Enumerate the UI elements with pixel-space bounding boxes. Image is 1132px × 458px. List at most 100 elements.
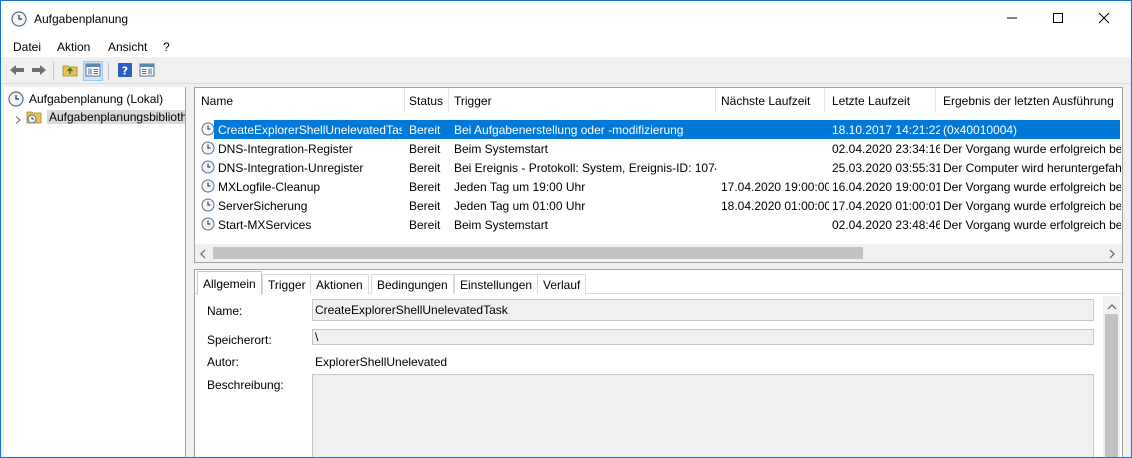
description-field[interactable] [312,374,1094,457]
help-icon: ? [117,62,133,81]
folder-up-icon [62,63,78,80]
cell-last-run: 02.04.2020 23:34:16 [832,142,940,156]
clock-icon [201,198,215,212]
table-row[interactable]: DNS-Integration-Register Bereit Beim Sys… [195,139,1122,158]
cell-status: Bereit [409,123,441,137]
help-button[interactable]: ? [115,61,135,81]
clock-icon [11,11,27,27]
cell-result: Der Vorgang wurde erfolgreich beendet. [943,199,1121,213]
location-label: Speicherort: [207,333,272,347]
back-button[interactable] [7,61,27,81]
cell-name: ServerSicherung [218,199,308,213]
window-title: Aufgabenplanung [34,12,129,26]
tree-item-root[interactable]: Aufgabenplanung (Lokal) [4,90,185,108]
minimize-button[interactable] [989,1,1035,37]
cell-status: Bereit [409,161,441,175]
menu-help[interactable]: ? [163,40,170,54]
chevron-up-icon[interactable] [1107,300,1117,314]
cell-result: Der Vorgang wurde erfolgreich beendet. [943,142,1121,156]
details-tabs: Allgemein Trigger Aktionen Bedingungen E… [195,270,1122,295]
location-field[interactable]: \ [312,329,1094,345]
tree-item-label: Aufgabenplanungsbibliothek [47,110,185,124]
tree-item-library[interactable]: Aufgabenplanungsbibliothek [4,108,185,126]
menu-datei[interactable]: Datei [13,40,41,54]
cell-trigger: Bei Aufgabenerstellung oder -modifizieru… [454,123,684,137]
task-details-pane: Allgemein Trigger Aktionen Bedingungen E… [194,269,1123,457]
menu-ansicht[interactable]: Ansicht [108,40,147,54]
close-button[interactable] [1081,1,1127,37]
toolbar-separator [53,62,54,80]
table-row[interactable]: Start-MXServices Bereit Beim Systemstart… [195,215,1122,234]
cell-last-run: 18.10.2017 14:21:22 [832,123,940,137]
author-value: ExplorerShellUnelevated [315,355,448,369]
clock-icon [201,179,215,193]
cell-next-run: 18.04.2020 01:00:00 [721,199,829,213]
scrollbar-thumb[interactable] [1105,314,1118,457]
name-field[interactable]: CreateExplorerShellUnelevatedTask [312,299,1094,321]
cell-status: Bereit [409,142,441,156]
cell-last-run: 16.04.2020 19:00:01 [832,180,940,194]
chevron-right-icon[interactable] [1108,248,1116,262]
cell-status: Bereit [409,180,441,194]
table-row[interactable]: MXLogfile-Cleanup Bereit Jeden Tag um 19… [195,177,1122,196]
vertical-scrollbar[interactable] [1103,296,1120,457]
action-pane-button[interactable] [137,61,157,81]
close-icon [1098,12,1110,27]
tab-bedingungen[interactable]: Bedingungen [371,274,454,294]
task-list: Name Status Trigger Nächste Laufzeit Let… [194,87,1123,263]
column-header-last-run[interactable]: Letzte Laufzeit [832,88,936,112]
horizontal-scrollbar[interactable] [195,244,1122,262]
cell-trigger: Jeden Tag um 01:00 Uhr [454,199,586,213]
maximize-button[interactable] [1035,1,1081,37]
folder-up-button[interactable] [60,61,80,81]
clock-icon [8,91,24,107]
cell-result: Der Vorgang wurde erfolgreich beendet. [943,218,1121,232]
back-arrow-icon [9,63,25,80]
clock-icon [201,217,215,231]
column-header-name[interactable]: Name [201,88,405,112]
cell-name: DNS-Integration-Register [218,142,353,156]
toolbar-separator [108,62,109,80]
cell-trigger: Beim Systemstart [454,218,549,232]
column-header-next-run[interactable]: Nächste Laufzeit [721,88,825,112]
table-row[interactable]: DNS-Integration-Unregister Bereit Bei Er… [195,158,1122,177]
cell-name: CreateExplorerShellUnelevatedTask [218,123,402,137]
tab-trigger[interactable]: Trigger [262,274,312,294]
column-header-trigger[interactable]: Trigger [454,88,716,112]
tree-item-label: Aufgabenplanung (Lokal) [29,92,164,106]
column-header-status[interactable]: Status [409,88,449,112]
chevron-right-icon[interactable] [14,113,22,124]
svg-text:?: ? [122,64,128,77]
cell-trigger: Bei Ereignis - Protokoll: System, Ereign… [454,161,716,175]
cell-status: Bereit [409,218,441,232]
cell-last-run: 17.04.2020 01:00:01 [832,199,940,213]
forward-arrow-icon [31,63,47,80]
name-label: Name: [207,304,243,318]
column-header-result[interactable]: Ergebnis der letzten Ausführung [943,88,1122,112]
scrollbar-thumb[interactable] [213,247,863,259]
cell-next-run: 17.04.2020 19:00:00 [721,180,829,194]
tab-aktionen[interactable]: Aktionen [310,274,369,294]
menu-bar: Datei Aktion Ansicht ? [1,37,1131,57]
clock-icon [201,141,215,155]
menu-aktion[interactable]: Aktion [57,40,90,54]
title-bar[interactable]: Aufgabenplanung [1,1,1131,37]
description-label: Beschreibung: [207,378,284,392]
show-hide-tree-button[interactable] [83,61,103,81]
pane-splitter[interactable] [187,87,193,457]
cell-trigger: Beim Systemstart [454,142,549,156]
tab-einstellungen[interactable]: Einstellungen [454,274,539,294]
cell-last-run: 02.04.2020 23:48:46 [832,218,940,232]
cell-trigger: Jeden Tag um 19:00 Uhr [454,180,586,194]
tab-allgemein[interactable]: Allgemein [197,271,262,295]
forward-button[interactable] [29,61,49,81]
tab-verlauf[interactable]: Verlauf [537,274,587,294]
table-row[interactable]: ServerSicherung Bereit Jeden Tag um 01:0… [195,196,1122,215]
clock-icon [201,122,215,136]
cell-status: Bereit [409,199,441,213]
app-window: Aufgabenplanung Datei Aktion Ansicht ? ?… [0,0,1132,458]
cell-result: (0x40010004) [943,123,1018,137]
table-row[interactable]: CreateExplorerShellUnelevatedTask Bereit… [195,120,1122,139]
chevron-left-icon[interactable] [199,248,207,262]
maximize-icon [1052,12,1064,27]
